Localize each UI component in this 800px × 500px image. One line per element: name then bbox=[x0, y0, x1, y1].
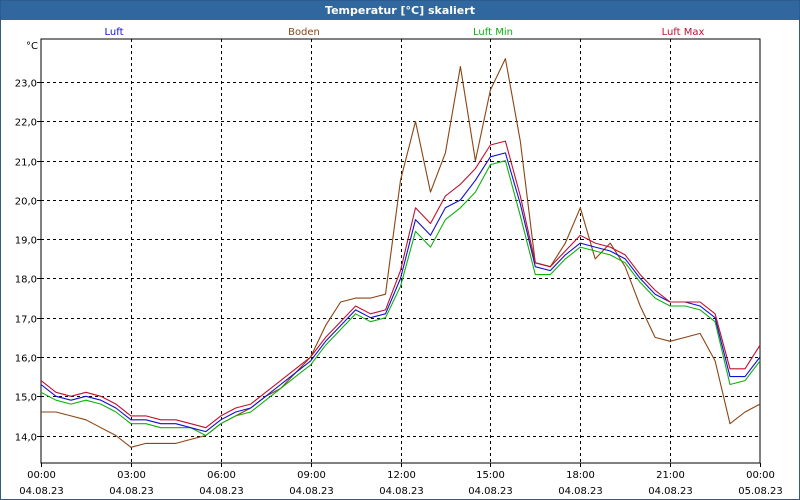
y-tick-layer: 14,0 15,0 16,0 17,0 18,0 19,0 20,0 21,0 22,0 23,0 bbox=[15, 79, 37, 444]
legend-entry-luft-max: Luft Max bbox=[662, 27, 705, 38]
x-tick-time-label: 06:00 bbox=[207, 470, 236, 481]
x-tick-date-label: 04.08.23 bbox=[468, 486, 513, 497]
series-layer bbox=[40, 58, 761, 448]
x-tick-date-label: 04.08.23 bbox=[199, 486, 244, 497]
x-tick-time-label: 15:00 bbox=[476, 470, 505, 481]
legend-entry-luft-min: Luft Min bbox=[473, 27, 513, 38]
chart-window: Temperatur [°C] skaliert Luft Boden Luft M… bbox=[0, 0, 800, 500]
series-line-boden bbox=[41, 58, 761, 448]
y-tick-label: 21,0 bbox=[15, 158, 37, 169]
y-tick-label: 23,0 bbox=[15, 79, 37, 90]
x-tick-date-label: 04.08.23 bbox=[558, 486, 603, 497]
x-tick-date-label: 04.08.23 bbox=[109, 486, 154, 497]
x-tick-date-label: 04.08.23 bbox=[379, 486, 424, 497]
series-line-luft bbox=[40, 152, 761, 433]
y-tick-label: 22,0 bbox=[15, 118, 37, 129]
y-tick-label: 18,0 bbox=[15, 275, 37, 286]
x-tick-time-label: 03:00 bbox=[117, 470, 146, 481]
legend-entry-boden: Boden bbox=[288, 27, 320, 38]
x-tick-date-label: 04.08.23 bbox=[289, 486, 334, 497]
y-tick-label: 15,0 bbox=[15, 393, 37, 404]
x-tick-date-label: 05.08.23 bbox=[738, 486, 783, 497]
y-tick-label: 17,0 bbox=[15, 315, 37, 326]
grid-layer bbox=[37, 38, 761, 467]
x-tick-time-label: 21:00 bbox=[656, 470, 685, 481]
y-tick-label: 16,0 bbox=[15, 354, 37, 365]
x-tick-time-label: 00:00 bbox=[746, 470, 775, 481]
temperature-chart: Luft Boden Luft Min Luft Max 14,0 15,0 16,0 17… bbox=[15, 27, 783, 497]
y-tick-label: 14,0 bbox=[15, 433, 37, 444]
x-tick-time-label: 18:00 bbox=[566, 470, 595, 481]
x-tick-time-label: 12:00 bbox=[387, 470, 416, 481]
x-tick-date-label: 04.08.23 bbox=[19, 486, 64, 497]
legend-layer: Luft Boden Luft Min Luft Max bbox=[105, 27, 705, 38]
plot-frame bbox=[40, 38, 761, 464]
x-tick-time-label: 00:00 bbox=[27, 470, 56, 481]
x-tick-layer: 00:00 04.08.23 03:00 04.08.23 06:00 04.08.23 0… bbox=[19, 470, 783, 497]
x-tick-date-label: 04.08.23 bbox=[648, 486, 693, 497]
x-tick-time-label: 09:00 bbox=[297, 470, 326, 481]
y-tick-label: 20,0 bbox=[15, 197, 37, 208]
y-axis-unit-label: °C bbox=[26, 41, 38, 52]
legend-entry-luft: Luft bbox=[105, 27, 124, 38]
y-tick-label: 19,0 bbox=[15, 236, 37, 247]
series-line-luft-min bbox=[40, 160, 761, 437]
